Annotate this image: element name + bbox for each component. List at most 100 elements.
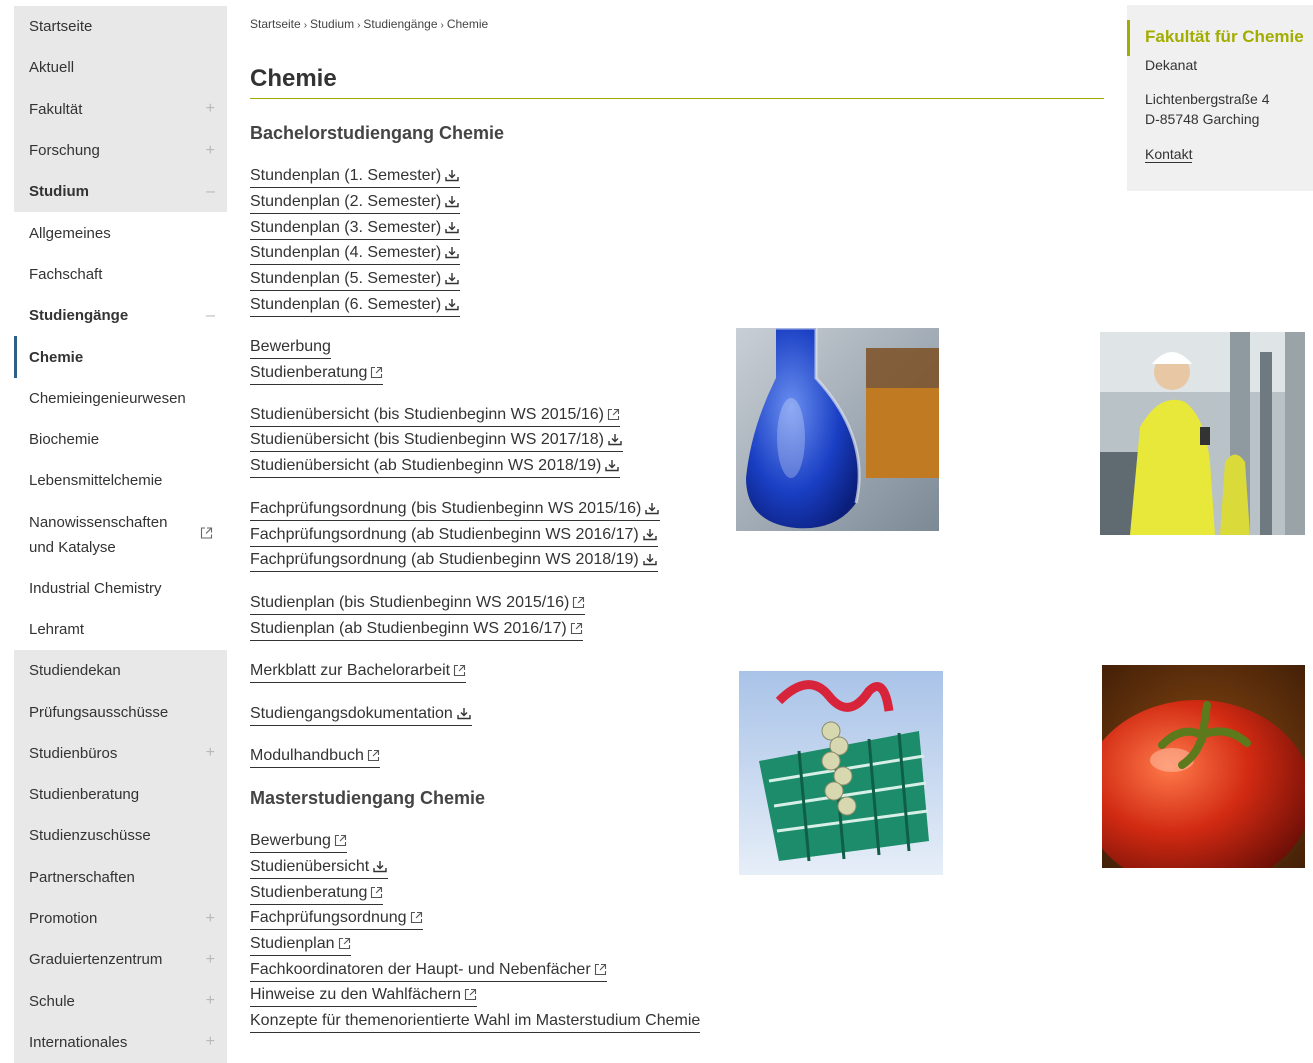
bachelor-link[interactable]: Fachprüfungsordnung (ab Studienbeginn WS…	[250, 550, 658, 572]
sidebar-item-startseite[interactable]: Startseite	[14, 6, 227, 48]
sidebar-item-label: Lebensmittelchemie	[29, 472, 163, 490]
master-link[interactable]: Studienübersicht	[250, 857, 389, 879]
bachelor-link[interactable]: Stundenplan (1. Semester)	[250, 166, 461, 188]
expand-plus-icon[interactable]: +	[206, 951, 215, 969]
expand-plus-icon[interactable]: +	[206, 1033, 215, 1051]
bachelor-link[interactable]: Studienplan (bis Studienbeginn WS 2015/1…	[250, 593, 586, 615]
sidebar-item-lebensmittelchemie[interactable]: Lebensmittelchemie	[14, 460, 227, 501]
sidebar-item-label: Promotion	[29, 910, 98, 928]
link-label: Merkblatt zur Bachelorarbeit	[250, 662, 451, 679]
external-link-icon	[464, 988, 477, 1001]
master-link[interactable]: Konzepte für themenorientierte Wahl im M…	[250, 1011, 701, 1033]
breadcrumb-link-startseite[interactable]: Startseite	[250, 17, 301, 31]
bachelor-link[interactable]: Studienplan (ab Studienbeginn WS 2016/17…	[250, 619, 583, 641]
sidebar-item-internationales[interactable]: Internationales +	[14, 1021, 227, 1063]
sidebar-item-studiendekan[interactable]: Studiendekan	[14, 650, 227, 692]
sidebar-item-fakultaet[interactable]: Fakultät +	[14, 88, 227, 130]
faculty-dept: Dekanat	[1145, 57, 1198, 73]
master-link[interactable]: Fachkoordinatoren der Haupt- und Nebenfä…	[250, 960, 607, 982]
breadcrumb-link-studium[interactable]: Studium	[310, 17, 354, 31]
expand-plus-icon[interactable]: +	[206, 910, 215, 928]
master-link[interactable]: Bewerbung	[250, 831, 347, 853]
sidebar-item-biochemie[interactable]: Biochemie	[14, 419, 227, 460]
link-label: Hinweise zu den Wahlfächern	[250, 986, 462, 1003]
collapse-minus-icon[interactable]: –	[206, 183, 215, 201]
external-link-icon	[367, 749, 380, 762]
sidebar-item-label: Nanowissenschaften und Katalyse	[29, 513, 168, 556]
sidebar-item-label: Studium	[29, 183, 89, 201]
sidebar-item-studienberatung[interactable]: Studienberatung	[14, 774, 227, 816]
bachelor-link[interactable]: Studienübersicht (bis Studienbeginn WS 2…	[250, 430, 623, 452]
bachelor-link[interactable]: Fachprüfungsordnung (bis Studienbeginn W…	[250, 499, 661, 521]
bachelor-link[interactable]: Stundenplan (2. Semester)	[250, 192, 461, 214]
download-icon	[444, 221, 460, 234]
bachelor-link[interactable]: Studienberatung	[250, 363, 384, 385]
bachelor-link[interactable]: Fachprüfungsordnung (ab Studienbeginn WS…	[250, 525, 658, 547]
bachelor-link[interactable]: Bewerbung	[250, 337, 331, 359]
contact-link[interactable]: Kontakt	[1145, 146, 1193, 163]
sidebar-item-industrial-chemistry[interactable]: Industrial Chemistry	[14, 568, 227, 609]
link-label: Studienberatung	[250, 364, 368, 381]
link-label: Studienübersicht (bis Studienbeginn WS 2…	[250, 431, 604, 448]
external-link-icon	[334, 834, 347, 847]
sidebar-item-nanowissenschaften[interactable]: Nanowissenschaften und Katalyse	[14, 502, 227, 568]
master-link[interactable]: Studienplan	[250, 934, 351, 956]
bachelor-link[interactable]: Merkblatt zur Bachelorarbeit	[250, 661, 467, 683]
bachelor-link[interactable]: Studiengangsdokumentation	[250, 704, 472, 726]
sidebar-item-allgemeines[interactable]: Allgemeines	[14, 212, 227, 253]
sidebar-item-label: Studienzuschüsse	[29, 827, 151, 845]
sidebar-item-fachschaft[interactable]: Fachschaft	[14, 254, 227, 295]
external-link-icon	[572, 596, 585, 609]
link-label: Fachprüfungsordnung (ab Studienbeginn WS…	[250, 526, 639, 543]
breadcrumb-link-studiengaenge[interactable]: Studiengänge	[363, 17, 437, 31]
expand-plus-icon[interactable]: +	[206, 992, 215, 1010]
sidebar-item-promotion[interactable]: Promotion +	[14, 897, 227, 940]
sidebar-item-partnerschaften[interactable]: Partnerschaften	[14, 856, 227, 898]
sidebar-item-pruefungsausschuesse[interactable]: Prüfungsausschüsse	[14, 691, 227, 733]
bachelor-link[interactable]: Studienübersicht (bis Studienbeginn WS 2…	[250, 405, 620, 427]
sidebar-item-aktuell[interactable]: Aktuell	[14, 47, 227, 89]
title-divider	[250, 98, 1104, 99]
external-link-icon	[370, 366, 383, 379]
master-link[interactable]: Studienberatung	[250, 883, 384, 905]
expand-plus-icon[interactable]: +	[206, 100, 215, 118]
sidebar-item-studienzuschuesse[interactable]: Studienzuschüsse	[14, 815, 227, 857]
sidebar-item-studienbueros[interactable]: Studienbüros +	[14, 732, 227, 775]
sidebar-item-label: Startseite	[29, 18, 93, 36]
sidebar-item-label: Lehramt	[29, 621, 85, 638]
link-label: Studienberatung	[250, 884, 368, 901]
external-link-icon	[338, 937, 351, 950]
bachelor-link[interactable]: Stundenplan (6. Semester)	[250, 295, 461, 317]
sidebar-item-studiengaenge[interactable]: Studiengänge –	[14, 295, 227, 336]
bachelor-link[interactable]: Stundenplan (3. Semester)	[250, 218, 461, 240]
download-icon	[604, 459, 620, 472]
expand-plus-icon[interactable]: +	[206, 744, 215, 762]
download-icon	[372, 860, 388, 873]
link-label: Fachprüfungsordnung (bis Studienbeginn W…	[250, 500, 642, 517]
download-icon	[642, 553, 658, 566]
bachelor-link[interactable]: Stundenplan (5. Semester)	[250, 269, 461, 291]
sidebar-item-lehramt[interactable]: Lehramt	[14, 609, 227, 650]
link-label: Stundenplan (1. Semester)	[250, 167, 442, 184]
sidebar-item-label: Industrial Chemistry	[29, 579, 162, 597]
master-link[interactable]: Hinweise zu den Wahlfächern	[250, 985, 478, 1007]
sidebar-item-label: Aktuell	[29, 59, 75, 77]
bachelor-link[interactable]: Modulhandbuch	[250, 746, 380, 768]
sidebar-item-label: Biochemie	[29, 431, 100, 449]
sidebar-item-label: Partnerschaften	[29, 868, 135, 886]
sidebar-item-graduiertenzentrum[interactable]: Graduiertenzentrum +	[14, 939, 227, 981]
sidebar-item-forschung[interactable]: Forschung +	[14, 129, 227, 172]
master-link[interactable]: Fachprüfungsordnung	[250, 908, 423, 930]
collapse-minus-icon[interactable]: –	[206, 307, 215, 325]
bachelor-link[interactable]: Stundenplan (4. Semester)	[250, 243, 461, 265]
sidebar-item-chemieingenieurwesen[interactable]: Chemieingenieurwesen	[14, 378, 227, 419]
sidebar-item-studium[interactable]: Studium –	[14, 171, 227, 213]
sidebar-item-label: Studienberatung	[29, 786, 140, 804]
sidebar-item-schule[interactable]: Schule +	[14, 980, 227, 1022]
sidebar-item-chemie[interactable]: Chemie	[14, 336, 227, 378]
breadcrumb: Startseite › Studium › Studiengänge › Chemie	[250, 17, 488, 31]
sidebar-item-label: Studienbüros	[29, 744, 118, 762]
faculty-title: Fakultät für Chemie	[1145, 27, 1304, 46]
bachelor-link[interactable]: Studienübersicht (ab Studienbeginn WS 20…	[250, 456, 621, 478]
expand-plus-icon[interactable]: +	[206, 142, 215, 160]
